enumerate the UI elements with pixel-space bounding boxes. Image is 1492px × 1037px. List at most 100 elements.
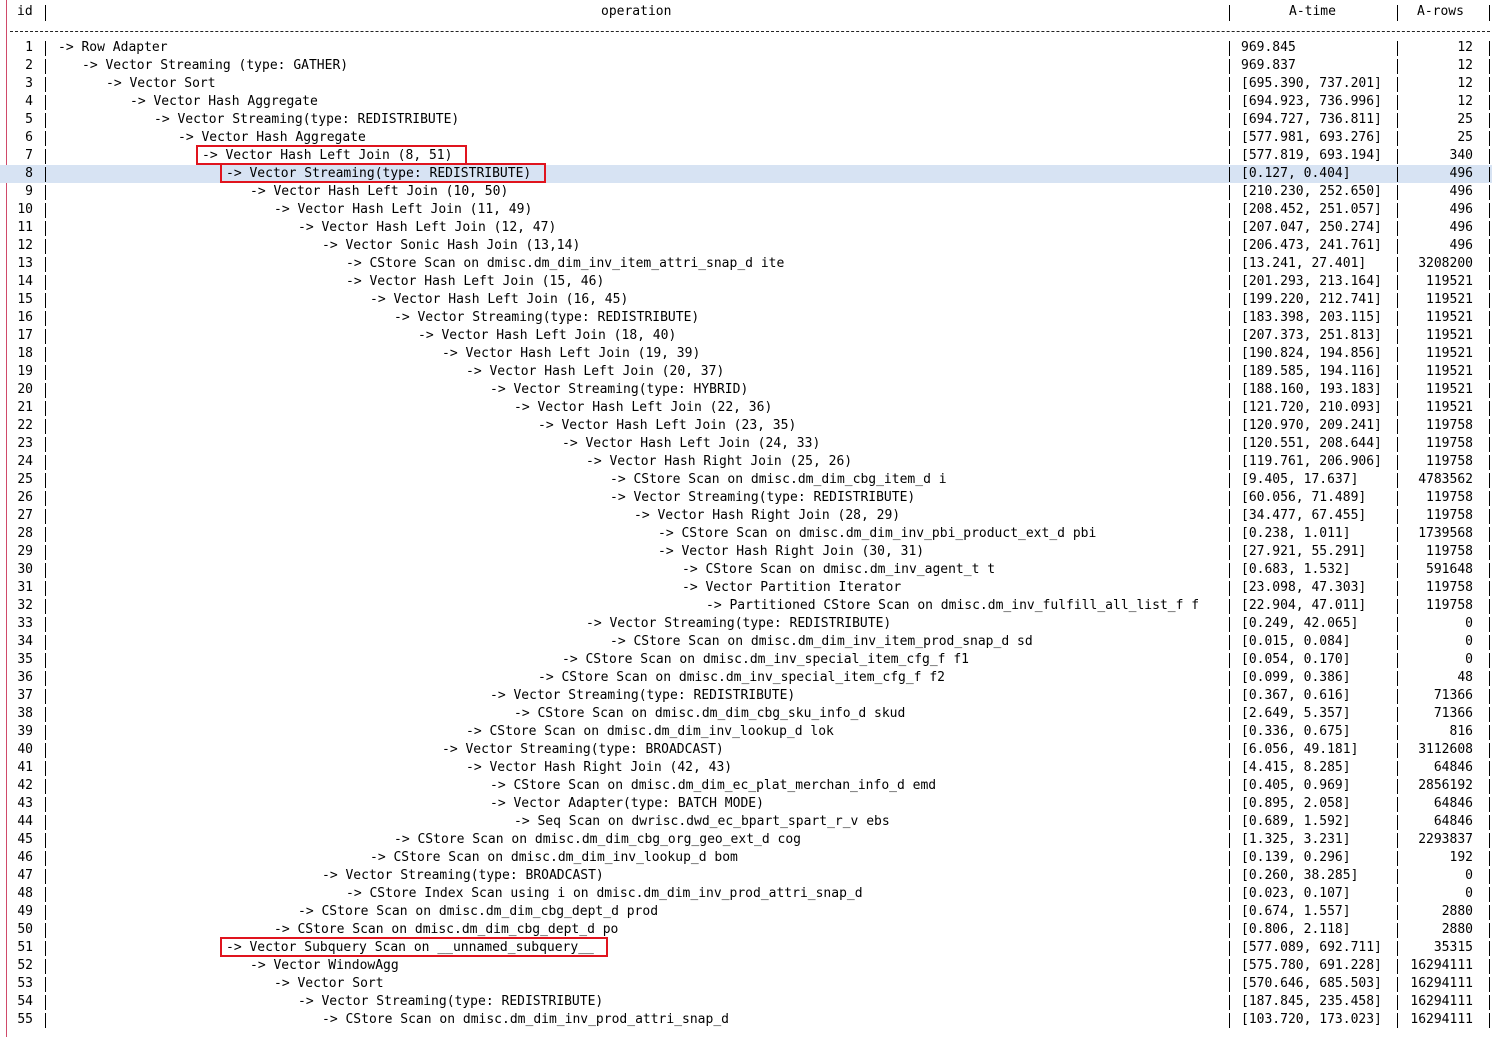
row-arows: 591648 — [1426, 562, 1473, 577]
column-separator — [45, 131, 46, 146]
column-separator — [1489, 239, 1490, 254]
plan-row[interactable]: 16 -> Vector Streaming(type: REDISTRIBUTE… — [0, 309, 1492, 327]
column-separator — [1397, 311, 1398, 326]
column-separator — [1489, 383, 1490, 398]
plan-row[interactable]: 19 -> Vector Hash Left Join (20, 37) [189.… — [0, 363, 1492, 381]
plan-row[interactable]: 12 -> Vector Sonic Hash Join (13,14) [206.… — [0, 237, 1492, 255]
row-operation: -> Seq Scan on dwrisc.dwd_ec_bpart_spart… — [514, 814, 890, 829]
column-separator — [1229, 77, 1230, 92]
column-separator — [1229, 707, 1230, 722]
plan-row[interactable]: 2 -> Vector Streaming (type: GATHER) 969.8… — [0, 57, 1492, 75]
column-separator — [45, 473, 46, 488]
plan-row[interactable]: 5 -> Vector Streaming(type: REDISTRIBUTE)… — [0, 111, 1492, 129]
column-separator — [45, 599, 46, 614]
row-atime: [695.390, 737.201] — [1241, 76, 1382, 91]
plan-row[interactable]: 53 -> Vector Sort [570.646, 685.503] 162941… — [0, 975, 1492, 993]
column-separator — [1397, 581, 1398, 596]
header-id[interactable]: id — [17, 3, 33, 21]
row-arows: 25 — [1457, 112, 1473, 127]
plan-row[interactable]: 9 -> Vector Hash Left Join (10, 50) [210.2… — [0, 183, 1492, 201]
column-separator — [1489, 869, 1490, 884]
plan-row[interactable]: 1 -> Row Adapter 969.845 12 — [0, 39, 1492, 57]
row-atime: [1.325, 3.231] — [1241, 832, 1351, 847]
plan-row[interactable]: 36 -> CStore Scan on dmisc.dm_inv_special… — [0, 669, 1492, 687]
column-separator — [1489, 599, 1490, 614]
header-atime[interactable]: A-time — [1289, 3, 1336, 21]
column-separator — [1489, 653, 1490, 668]
plan-row[interactable]: 48 -> CStore Index Scan using i on dmisc.… — [0, 885, 1492, 903]
column-separator — [1489, 401, 1490, 416]
plan-row[interactable]: 42 -> CStore Scan on dmisc.dm_dim_ec_plat… — [0, 777, 1492, 795]
plan-row[interactable]: 55 -> CStore Scan on dmisc.dm_dim_inv_pro… — [0, 1011, 1492, 1029]
plan-row[interactable]: 30 -> CStore Scan on dmisc.dm_inv_agent_t… — [0, 561, 1492, 579]
row-atime: [0.806, 2.118] — [1241, 922, 1351, 937]
plan-row[interactable]: 18 -> Vector Hash Left Join (19, 39) [190.… — [0, 345, 1492, 363]
plan-row[interactable]: 31 -> Vector Partition Iterator [23.098, 4… — [0, 579, 1492, 597]
plan-row[interactable]: 25 -> CStore Scan on dmisc.dm_dim_cbg_ite… — [0, 471, 1492, 489]
plan-row[interactable]: 37 -> Vector Streaming(type: REDISTRIBUTE… — [0, 687, 1492, 705]
row-operation: -> Vector Streaming(type: REDISTRIBUTE) — [394, 310, 700, 325]
column-separator — [1229, 365, 1230, 380]
column-separator — [1489, 203, 1490, 218]
row-id: 2 — [25, 58, 33, 73]
row-arows: 119758 — [1426, 580, 1473, 595]
plan-row[interactable]: 22 -> Vector Hash Left Join (23, 35) [120.… — [0, 417, 1492, 435]
plan-row[interactable]: 28 -> CStore Scan on dmisc.dm_dim_inv_pbi… — [0, 525, 1492, 543]
column-separator — [1229, 131, 1230, 146]
plan-row[interactable]: 27 -> Vector Hash Right Join (28, 29) [34.… — [0, 507, 1492, 525]
plan-row[interactable]: 38 -> CStore Scan on dmisc.dm_dim_cbg_sku… — [0, 705, 1492, 723]
plan-row[interactable]: 52 -> Vector WindowAgg [575.780, 691.228] 1… — [0, 957, 1492, 975]
column-separator — [45, 383, 46, 398]
plan-row[interactable]: 33 -> Vector Streaming(type: REDISTRIBUTE… — [0, 615, 1492, 633]
plan-row[interactable]: 26 -> Vector Streaming(type: REDISTRIBUTE… — [0, 489, 1492, 507]
plan-row[interactable]: 47 -> Vector Streaming(type: BROADCAST) [0… — [0, 867, 1492, 885]
plan-row[interactable]: 43 -> Vector Adapter(type: BATCH MODE) [0.… — [0, 795, 1492, 813]
column-separator — [1229, 509, 1230, 524]
column-separator — [1397, 779, 1398, 794]
row-operation: -> Vector WindowAgg — [250, 958, 399, 973]
plan-row[interactable]: 46 -> CStore Scan on dmisc.dm_dim_inv_loo… — [0, 849, 1492, 867]
plan-row[interactable]: 32 -> Partitioned CStore Scan on dmisc.dm… — [0, 597, 1492, 615]
plan-row[interactable]: 23 -> Vector Hash Left Join (24, 33) [120.… — [0, 435, 1492, 453]
column-separator — [1489, 995, 1490, 1010]
plan-row[interactable]: 15 -> Vector Hash Left Join (16, 45) [199.… — [0, 291, 1492, 309]
header-arows[interactable]: A-rows — [1417, 3, 1464, 21]
column-separator — [45, 239, 46, 254]
plan-row[interactable]: 40 -> Vector Streaming(type: BROADCAST) [6… — [0, 741, 1492, 759]
plan-row[interactable]: 24 -> Vector Hash Right Join (25, 26) [119… — [0, 453, 1492, 471]
plan-row[interactable]: 11 -> Vector Hash Left Join (12, 47) [207.… — [0, 219, 1492, 237]
plan-row[interactable]: 35 -> CStore Scan on dmisc.dm_inv_special… — [0, 651, 1492, 669]
plan-row[interactable]: 39 -> CStore Scan on dmisc.dm_dim_inv_loo… — [0, 723, 1492, 741]
plan-row[interactable]: 21 -> Vector Hash Left Join (22, 36) [121.… — [0, 399, 1492, 417]
plan-row[interactable]: 13 -> CStore Scan on dmisc.dm_dim_inv_ite… — [0, 255, 1492, 273]
column-separator — [45, 365, 46, 380]
plan-row[interactable]: 14 -> Vector Hash Left Join (15, 46) [201.… — [0, 273, 1492, 291]
plan-row[interactable]: 41 -> Vector Hash Right Join (42, 43) [4.4… — [0, 759, 1492, 777]
row-operation: -> Vector Streaming(type: BROADCAST) — [322, 868, 604, 883]
row-operation: -> Vector Hash Left Join (23, 35) — [538, 418, 797, 433]
row-atime: [0.674, 1.557] — [1241, 904, 1351, 919]
header-operation[interactable]: operation — [601, 3, 671, 21]
plan-row[interactable]: 10 -> Vector Hash Left Join (11, 49) [208.… — [0, 201, 1492, 219]
plan-row[interactable]: 34 -> CStore Scan on dmisc.dm_dim_inv_ite… — [0, 633, 1492, 651]
plan-row[interactable]: 29 -> Vector Hash Right Join (30, 31) [27.… — [0, 543, 1492, 561]
column-separator — [45, 887, 46, 902]
row-operation: -> CStore Scan on dmisc.dm_dim_inv_looku… — [370, 850, 738, 865]
column-separator — [45, 545, 46, 560]
plan-row[interactable]: 44 -> Seq Scan on dwrisc.dwd_ec_bpart_spa… — [0, 813, 1492, 831]
plan-row[interactable]: 54 -> Vector Streaming(type: REDISTRIBUTE… — [0, 993, 1492, 1011]
plan-row[interactable]: 20 -> Vector Streaming(type: HYBRID) [188.… — [0, 381, 1492, 399]
column-separator — [45, 347, 46, 362]
row-operation: -> Vector Hash Left Join (22, 36) — [514, 400, 773, 415]
row-arows: 16294111 — [1410, 994, 1473, 1009]
row-id: 5 — [25, 112, 33, 127]
column-separator — [45, 563, 46, 578]
plan-row[interactable]: 4 -> Vector Hash Aggregate [694.923, 736.9… — [0, 93, 1492, 111]
plan-row[interactable]: 45 -> CStore Scan on dmisc.dm_dim_cbg_org… — [0, 831, 1492, 849]
plan-row[interactable]: 49 -> CStore Scan on dmisc.dm_dim_cbg_dep… — [0, 903, 1492, 921]
plan-row[interactable]: 17 -> Vector Hash Left Join (18, 40) [207.… — [0, 327, 1492, 345]
column-separator — [1489, 635, 1490, 650]
plan-row[interactable]: 3 -> Vector Sort [695.390, 737.201] 12 — [0, 75, 1492, 93]
row-operation: -> Vector Streaming(type: REDISTRIBUTE) — [298, 994, 604, 1009]
row-atime: 969.845 — [1241, 40, 1296, 55]
